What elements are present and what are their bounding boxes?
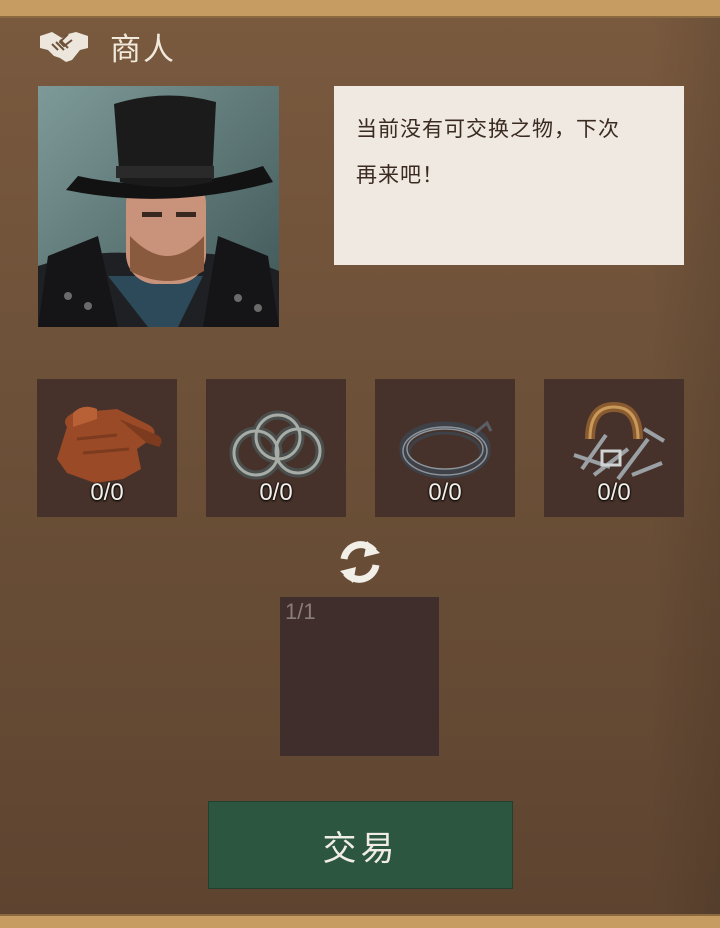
item-count: 0/0 [90,479,124,506]
bottom-border [0,914,720,928]
result-slot[interactable]: 1/1 [280,597,439,756]
merchant-portrait [38,86,279,327]
trade-slot-wire[interactable]: 0/0 [375,379,515,517]
header: 商人 [38,24,176,68]
trade-slot-leather[interactable]: 0/0 [37,379,177,517]
page-title: 商人 [110,31,176,68]
dialog-line-1: 当前没有可交换之物，下次 [356,117,620,141]
trade-slot-scrap[interactable]: 0/0 [544,379,684,517]
top-border [0,0,720,18]
item-count: 0/0 [597,479,631,506]
item-count: 0/0 [259,479,293,506]
handshake-icon [40,32,88,62]
item-count: 0/0 [428,479,462,506]
result-count: 1/1 [285,599,316,624]
trade-slot-rings[interactable]: 0/0 [206,379,346,517]
refresh-icon[interactable] [334,537,386,587]
dialog-line-2: 再来吧！ [356,163,444,187]
merchant-dialog: 当前没有可交换之物，下次 再来吧！ [334,86,684,265]
trade-button[interactable]: 交易 [208,801,513,889]
